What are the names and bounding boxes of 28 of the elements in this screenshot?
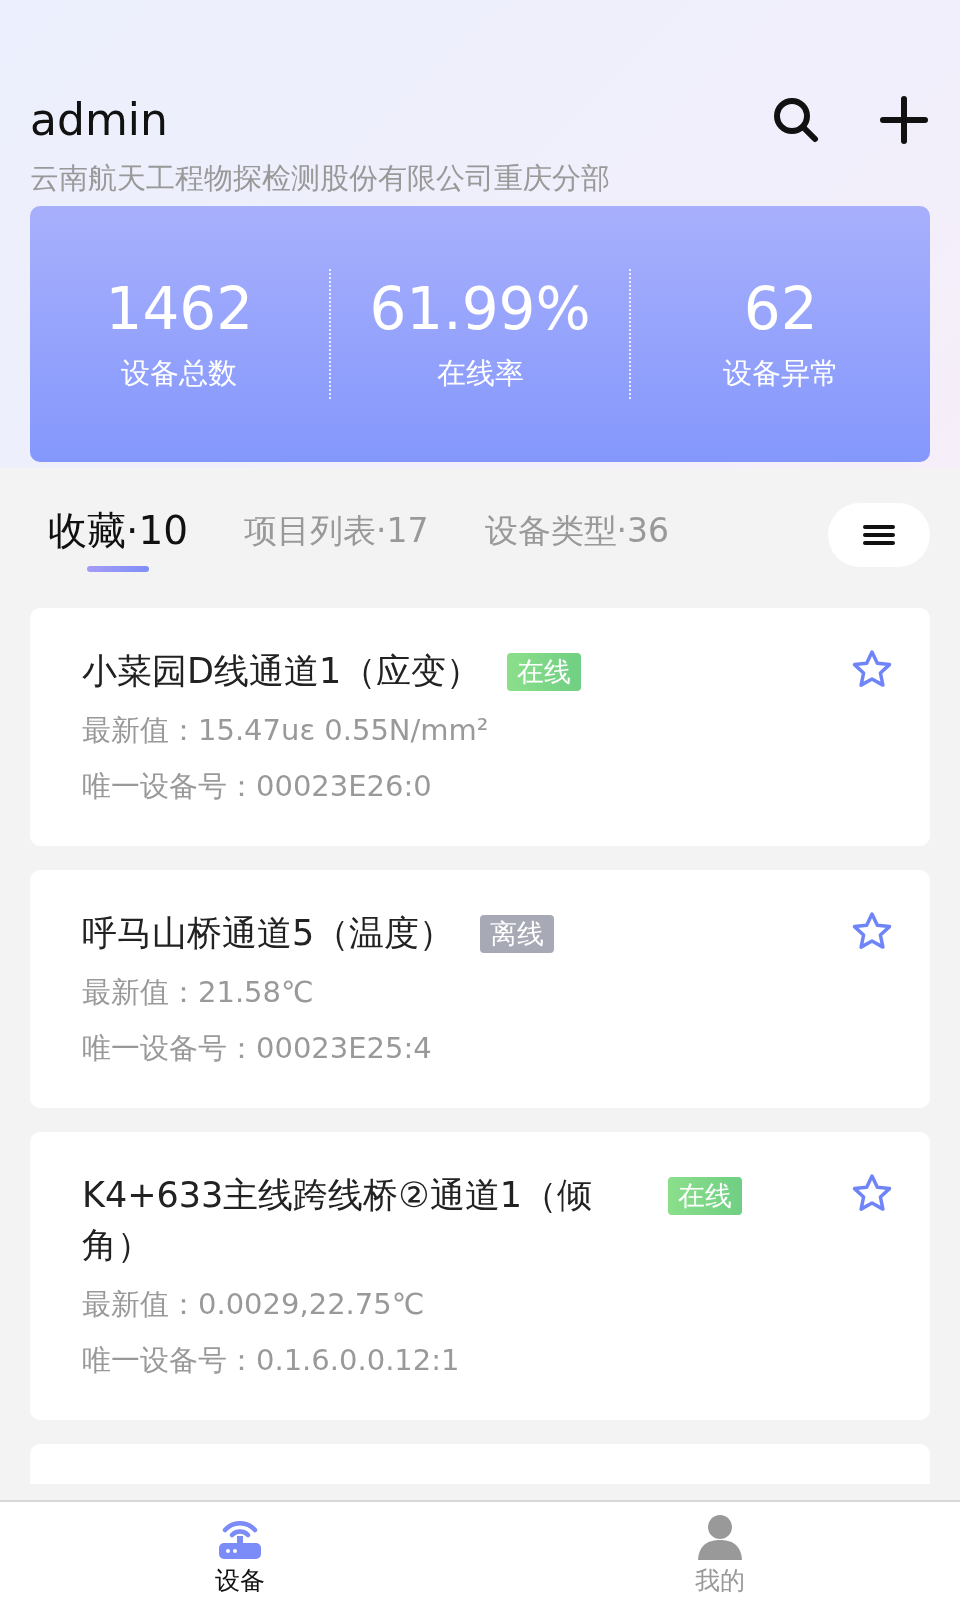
company-name: 云南航天工程物探检测股份有限公司重庆分部	[30, 160, 610, 197]
stat-label: 设备异常	[722, 355, 839, 392]
add-icon[interactable]	[878, 94, 930, 146]
tab[interactable]: 收藏·10	[48, 504, 189, 586]
device-card[interactable]: K4+633主线跨线桥②通道1（倾角） 在线 最新值：0.0029,22.75℃ 唯一设备号：0.1.6.0.0.12:1	[30, 1132, 930, 1420]
stat-label: 在线率	[436, 355, 524, 392]
stat-value: 62	[743, 274, 818, 344]
menu-icon	[863, 524, 895, 546]
device-name: K4+633主线跨线桥②通道1（倾角）	[82, 1174, 593, 1267]
status-badge: 在线	[668, 1177, 742, 1215]
latest-value: 最新值：0.0029,22.75℃	[82, 1286, 426, 1323]
device-id: 唯一设备号：0.1.6.0.0.12:1	[82, 1342, 461, 1379]
device-id: 唯一设备号：00023E26:0	[82, 768, 433, 805]
stat-label: 设备总数	[121, 355, 238, 392]
stat-value: 61.99%	[369, 274, 591, 344]
status-badge: 离线	[480, 915, 555, 953]
device-card[interactable]: 小菜园D线通道1（应变） 在线 最新值：15.47uε 0.55N/mm² 唯一设备号：00023E26:0	[30, 608, 930, 846]
nav-item[interactable]: 设备	[0, 1502, 480, 1600]
latest-value: 最新值：21.58℃	[82, 974, 315, 1011]
device-name: 小菜园D线通道1（应变）	[82, 650, 482, 693]
user-name: admin	[30, 93, 169, 147]
stat-value: 1462	[105, 274, 254, 344]
latest-value: 最新值：15.47uε 0.55N/mm²	[82, 712, 490, 749]
status-badge: 在线	[507, 653, 582, 691]
device-id: 唯一设备号：00023E25:4	[82, 1030, 433, 1067]
device-name: 呼马山桥通道5（温度）	[82, 912, 455, 955]
person-icon	[695, 1512, 745, 1562]
device-card[interactable]: 呼马山桥通道5（温度） 离线 最新值：21.58℃ 唯一设备号：00023E25:4	[30, 870, 930, 1108]
